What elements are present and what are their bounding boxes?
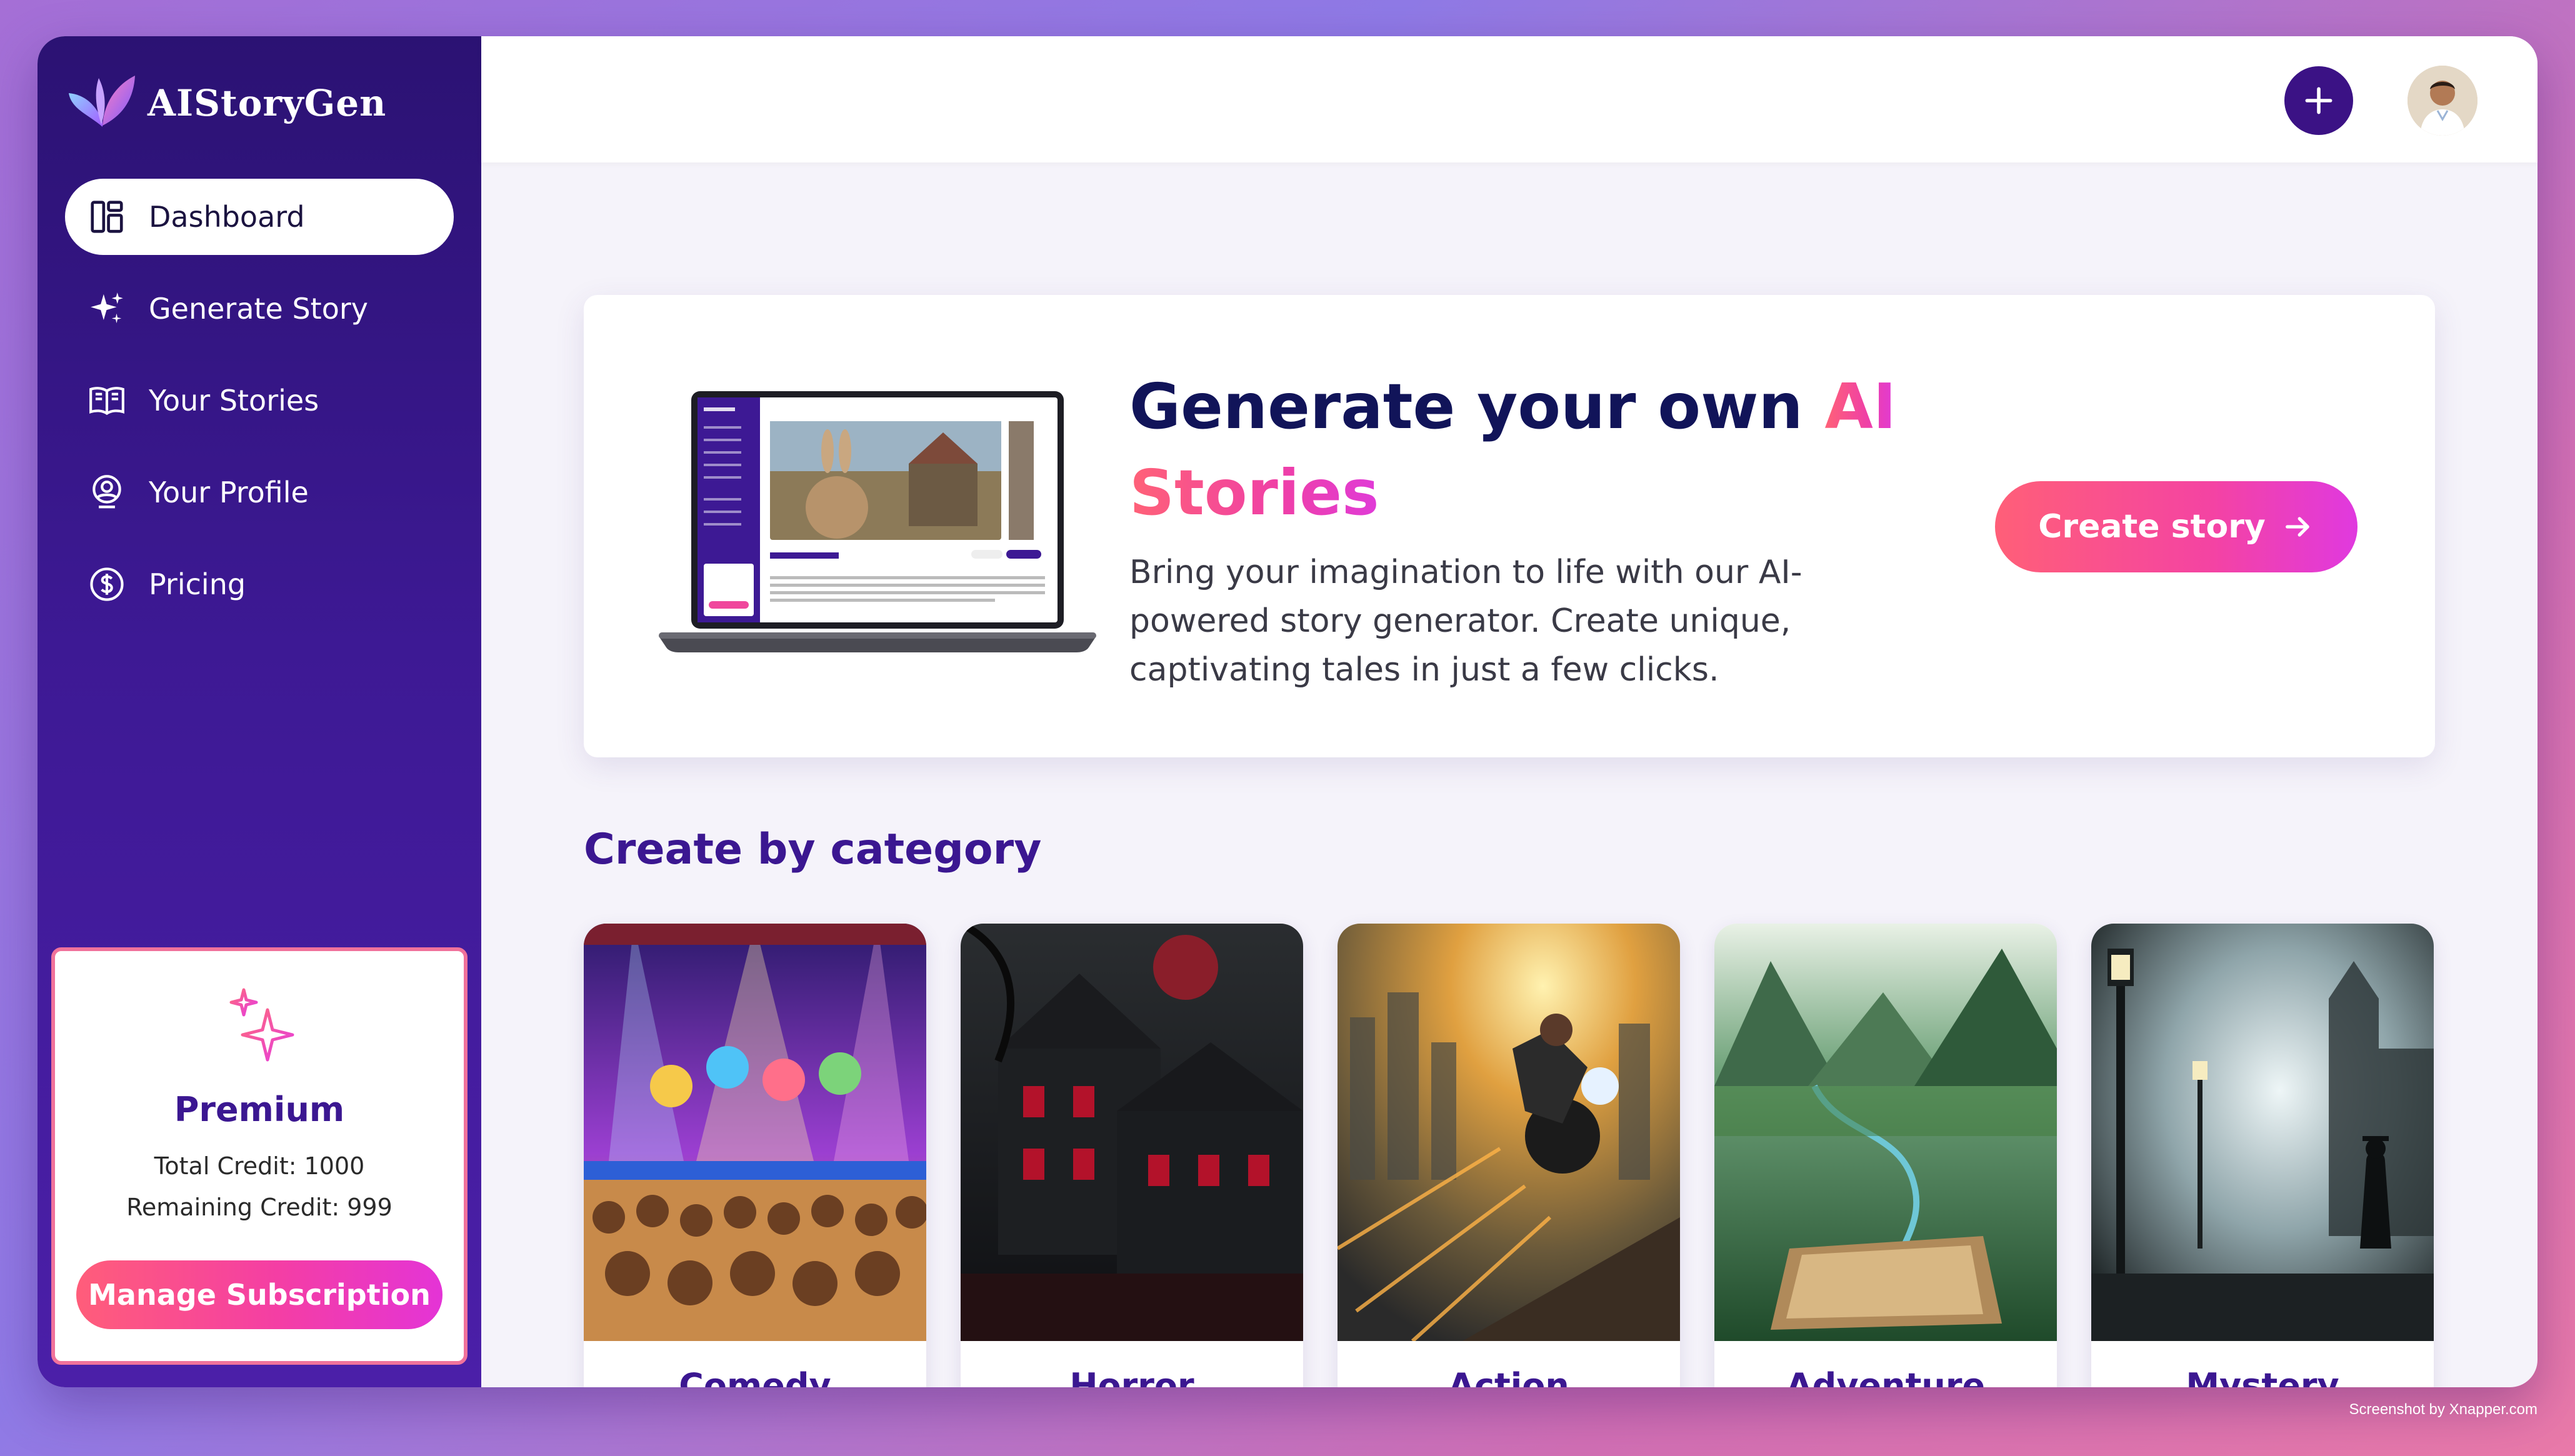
brand-name: AIStoryGen xyxy=(148,82,387,124)
manage-subscription-button[interactable]: Manage Subscription xyxy=(76,1260,442,1329)
hero-title-highlight: AI xyxy=(1824,370,1897,443)
category-card-horror[interactable]: Horror xyxy=(961,924,1303,1387)
hero-title: Generate your own AI Stories xyxy=(1129,364,1942,536)
remaining-credit: Remaining Credit: 999 xyxy=(126,1194,392,1221)
arrow-right-icon xyxy=(2285,517,2309,537)
category-label: Action xyxy=(1448,1366,1569,1387)
hero-description: Bring your imagination to life with our … xyxy=(1129,554,1802,689)
laptop-illustration xyxy=(659,391,1096,652)
add-button[interactable] xyxy=(2284,66,2353,135)
category-card-adventure[interactable]: Adventure xyxy=(1714,924,2057,1387)
adventure-image xyxy=(1714,924,2057,1341)
hero-banner: Generate your own AI Stories Bring your i… xyxy=(584,295,2435,757)
sidebar-item-label: Your Profile xyxy=(149,476,309,509)
total-credit: Total Credit: 1000 xyxy=(154,1152,365,1180)
sidebar-item-generate-story[interactable]: Generate Story xyxy=(65,271,454,347)
sidebar-item-dashboard[interactable]: Dashboard xyxy=(65,179,454,255)
sidebar-item-your-profile[interactable]: Your Profile xyxy=(65,454,454,531)
avatar[interactable] xyxy=(2408,66,2478,136)
book-icon xyxy=(86,380,128,421)
category-label: Horror xyxy=(1069,1366,1194,1387)
sidebar-item-label: Generate Story xyxy=(149,292,368,326)
sidebar-item-label: Pricing xyxy=(149,567,246,601)
category-grid: Comedy Horror Action Adventure Mystery xyxy=(584,924,2435,1387)
sidebar-item-label: Dashboard xyxy=(149,200,305,234)
hero-title-highlight: Stories xyxy=(1129,456,1379,529)
sidebar-item-your-stories[interactable]: Your Stories xyxy=(65,362,454,439)
premium-card: Premium Total Credit: 1000 Remaining Cre… xyxy=(51,947,468,1365)
sparkles-icon xyxy=(86,288,128,329)
sidebar-nav: Dashboard Generate Story Your Stories Yo… xyxy=(65,179,454,638)
dollar-icon xyxy=(86,564,128,605)
sparkle-icon xyxy=(229,988,294,1062)
category-card-action[interactable]: Action xyxy=(1338,924,1680,1387)
topbar xyxy=(481,36,2538,162)
action-image xyxy=(1338,924,1680,1343)
category-section-title: Create by category xyxy=(584,825,1042,874)
premium-title: Premium xyxy=(174,1090,345,1129)
category-card-comedy[interactable]: Comedy xyxy=(584,924,926,1387)
category-card-mystery[interactable]: Mystery xyxy=(2091,924,2434,1387)
main-content: Generate your own AI Stories Bring your i… xyxy=(481,162,2538,1387)
watermark: Screenshot by Xnapper.com xyxy=(2349,1401,2538,1418)
create-story-label: Create story xyxy=(2038,508,2266,546)
brand[interactable]: AIStoryGen xyxy=(65,69,386,137)
app-window: AIStoryGen Dashboard Generate Story Your… xyxy=(38,36,2538,1387)
butterfly-logo-icon xyxy=(69,76,135,127)
category-label: Mystery xyxy=(2186,1366,2339,1387)
user-circle-icon xyxy=(86,472,128,513)
category-label: Adventure xyxy=(1786,1366,1986,1387)
create-story-button[interactable]: Create story xyxy=(1995,481,2358,572)
sidebar-item-pricing[interactable]: Pricing xyxy=(65,546,454,622)
hero-title-start: Generate your own xyxy=(1129,370,1825,443)
mystery-image xyxy=(2091,924,2434,1341)
dashboard-icon xyxy=(86,196,128,237)
sidebar-item-label: Your Stories xyxy=(149,384,319,417)
category-label: Comedy xyxy=(679,1366,831,1387)
horror-image xyxy=(961,924,1303,1341)
comedy-image xyxy=(584,924,926,1341)
plus-icon xyxy=(2305,87,2332,114)
sidebar: AIStoryGen Dashboard Generate Story Your… xyxy=(38,36,481,1387)
